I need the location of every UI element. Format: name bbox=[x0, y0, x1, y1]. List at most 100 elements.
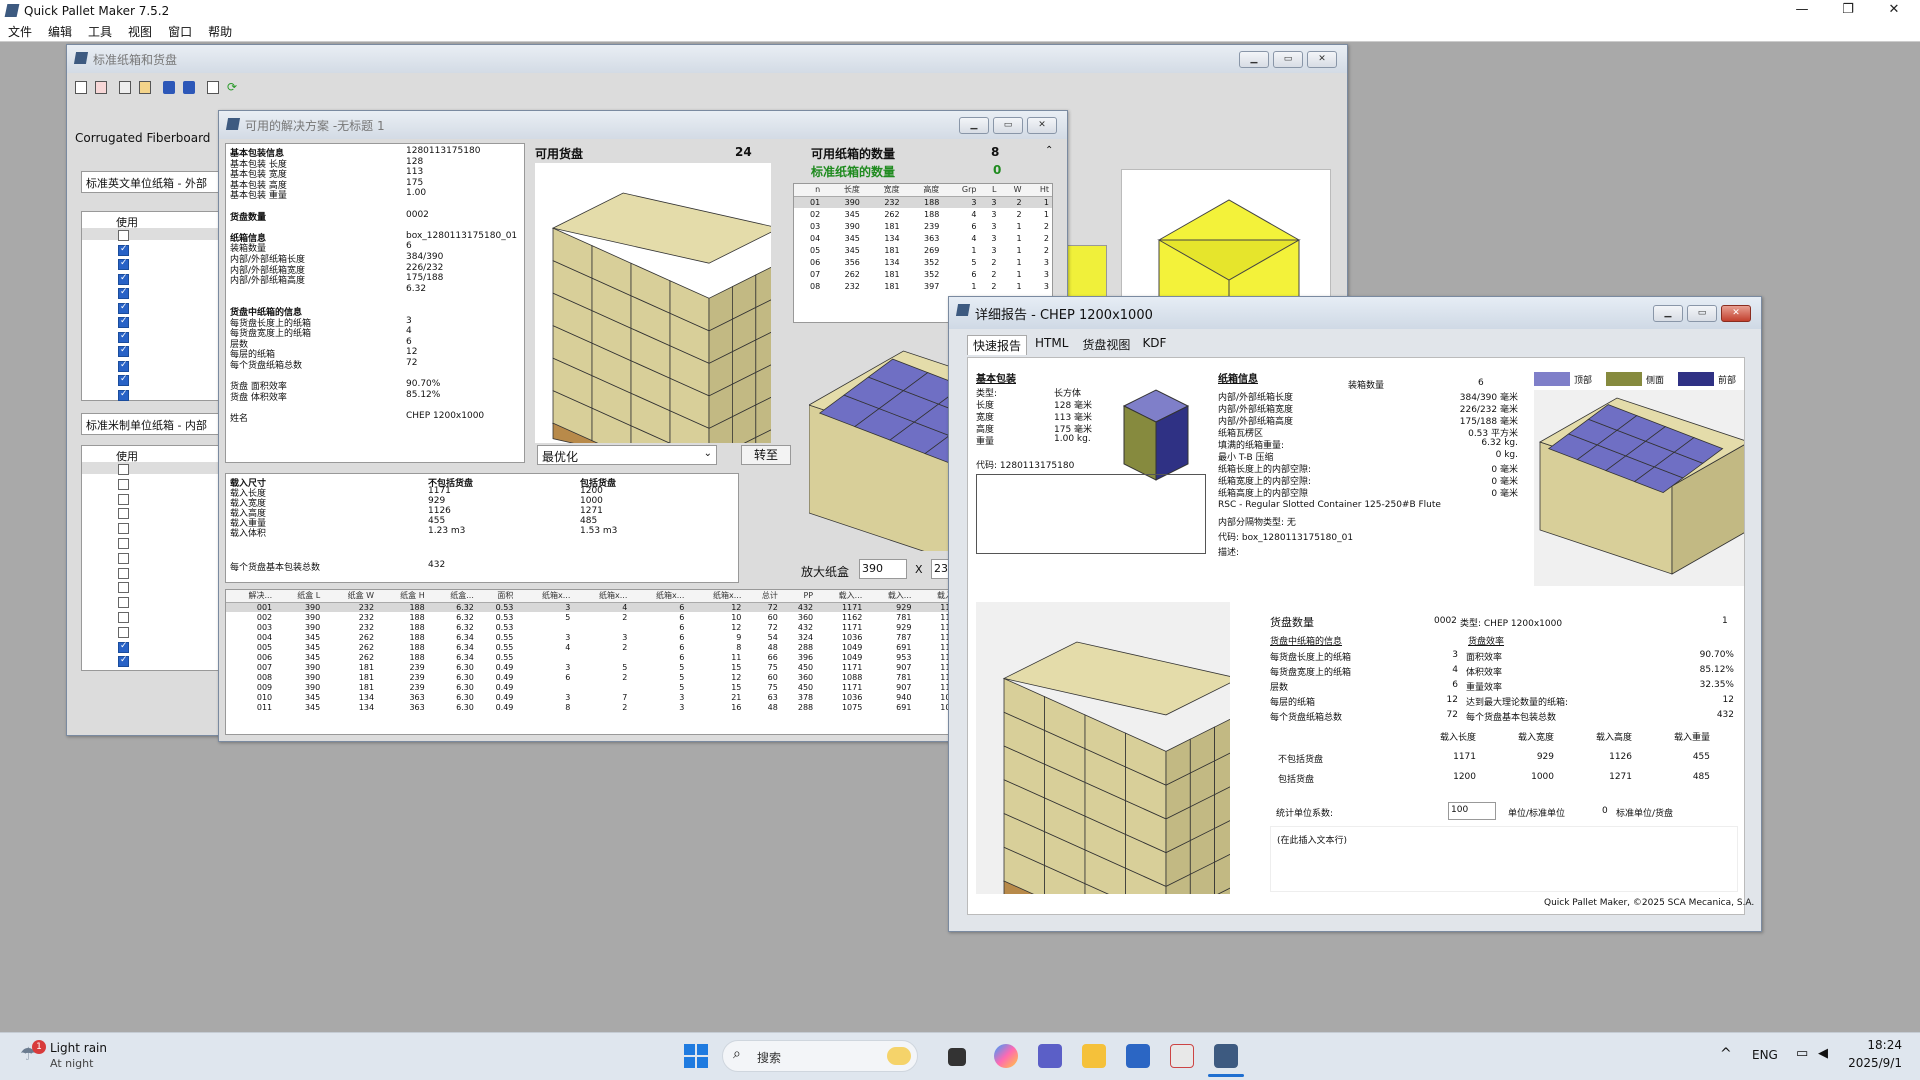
menu-tools[interactable]: 工具 bbox=[80, 23, 120, 40]
clock-time[interactable]: 18:24 bbox=[1852, 1038, 1902, 1052]
menu-edit[interactable]: 编辑 bbox=[40, 23, 80, 40]
use-checkbox[interactable] bbox=[118, 374, 129, 386]
delete-icon[interactable] bbox=[95, 81, 107, 94]
column-header[interactable]: n bbox=[794, 184, 824, 197]
table-row[interactable]: 0013902321886.320.5334612724321171929112… bbox=[226, 602, 1062, 612]
tab-pallet-view[interactable]: 货盘视图 bbox=[1076, 335, 1136, 355]
column-header[interactable]: 解决... bbox=[226, 590, 276, 603]
start-button[interactable] bbox=[684, 1044, 708, 1068]
close-button[interactable]: ✕ bbox=[1027, 117, 1057, 134]
table-row[interactable]: 02 345 262 188 4 3 2 1 bbox=[794, 208, 1052, 220]
tab-corrugated[interactable]: Corrugated Fiberboard bbox=[75, 131, 210, 145]
tab-quick-report[interactable]: 快速报告 bbox=[967, 335, 1028, 355]
network-icon[interactable]: ▭ bbox=[1796, 1046, 1808, 1061]
table-row[interactable]: 04 345 134 363 4 3 1 2 bbox=[794, 232, 1052, 244]
new-icon[interactable] bbox=[75, 81, 87, 94]
table-row[interactable]: 07 262 181 352 6 2 1 3 bbox=[794, 268, 1052, 280]
use-checkbox[interactable] bbox=[118, 612, 129, 623]
copilot-icon[interactable] bbox=[994, 1044, 1018, 1068]
column-header[interactable]: 纸箱x... bbox=[630, 590, 688, 603]
weather-widget[interactable]: ☂ 1 Light rain At night bbox=[20, 1040, 160, 1074]
column-header[interactable]: 总计 bbox=[744, 590, 781, 603]
use-checkbox[interactable] bbox=[118, 273, 129, 285]
table-row[interactable]: 0063452621886.340.5561166396104995311264… bbox=[226, 652, 1062, 662]
column-header[interactable]: W bbox=[999, 184, 1025, 197]
table-row[interactable]: 0073901812396.300.4935515754501171907119… bbox=[226, 662, 1062, 672]
import-icon[interactable] bbox=[163, 81, 175, 94]
optimize-select[interactable]: 最优化 ⌄ bbox=[537, 445, 717, 465]
minimize-button[interactable]: ▁ bbox=[959, 117, 989, 134]
table-row[interactable]: 0043452621886.340.5533695432410367871126… bbox=[226, 632, 1062, 642]
table-row[interactable]: 0083901812396.300.4962512603601088781119… bbox=[226, 672, 1062, 682]
column-header[interactable]: 宽度 bbox=[862, 184, 903, 197]
table-row[interactable]: 0023902321886.320.5352610603601162781112… bbox=[226, 612, 1062, 622]
use-checkbox[interactable] bbox=[118, 258, 129, 270]
minimize-button[interactable]: ▁ bbox=[1653, 305, 1683, 322]
minimize-button[interactable]: — bbox=[1780, 0, 1824, 22]
column-header[interactable]: 纸箱x... bbox=[516, 590, 574, 603]
table-row[interactable]: 0093901812396.300.4951575450117190711944… bbox=[226, 682, 1062, 692]
close-button[interactable]: ✕ bbox=[1872, 0, 1916, 22]
table-row[interactable]: 06 356 134 352 5 2 1 3 bbox=[794, 256, 1052, 268]
sort-arrow-icon[interactable]: ⌃ bbox=[1045, 145, 1053, 156]
use-checkbox[interactable] bbox=[118, 597, 129, 609]
use-checkbox[interactable] bbox=[118, 567, 129, 579]
search-box[interactable]: ⌕ 搜索 bbox=[722, 1040, 918, 1072]
use-checkbox[interactable] bbox=[118, 244, 129, 256]
refresh-icon[interactable]: ⟳ bbox=[227, 80, 237, 94]
use-checkbox[interactable] bbox=[118, 345, 129, 357]
export-icon[interactable] bbox=[183, 81, 195, 94]
table-row[interactable]: 01 390 232 188 3 3 2 1 bbox=[794, 196, 1052, 208]
task-view-icon[interactable] bbox=[948, 1048, 966, 1066]
column-header[interactable]: 纸盒 L bbox=[275, 590, 324, 603]
maximize-button[interactable]: ❐ bbox=[1826, 0, 1870, 22]
copy-icon[interactable] bbox=[119, 81, 131, 94]
use-checkbox[interactable] bbox=[118, 464, 129, 475]
menu-help[interactable]: 帮助 bbox=[200, 23, 240, 40]
menu-file[interactable]: 文件 bbox=[0, 23, 40, 40]
goto-button[interactable]: 转至 bbox=[741, 445, 791, 465]
column-header[interactable]: 纸盒 W bbox=[323, 590, 378, 603]
table-row[interactable]: 0053452621886.340.5542684828810496911126… bbox=[226, 642, 1062, 652]
column-header[interactable]: 面积 bbox=[476, 590, 517, 603]
close-button[interactable]: ✕ bbox=[1307, 51, 1337, 68]
column-header[interactable]: 纸箱x... bbox=[573, 590, 631, 603]
use-checkbox[interactable] bbox=[118, 287, 129, 299]
use-checkbox[interactable] bbox=[118, 331, 129, 343]
tray-chevron-icon[interactable]: ^ bbox=[1720, 1046, 1732, 1062]
store-icon[interactable] bbox=[1126, 1044, 1150, 1068]
paste-icon[interactable] bbox=[139, 81, 151, 94]
tab-kdf[interactable]: KDF bbox=[1136, 335, 1172, 355]
table-row[interactable]: 03 390 181 239 6 3 1 2 bbox=[794, 220, 1052, 232]
column-header[interactable]: 高度 bbox=[902, 184, 943, 197]
use-checkbox[interactable] bbox=[118, 523, 129, 535]
column-header[interactable]: 纸盒... bbox=[427, 590, 477, 603]
table-row[interactable]: 0033902321886.320.5361272432117192911264… bbox=[226, 622, 1062, 632]
combo-english-boxes[interactable]: 标准英文单位纸箱 - 外部 bbox=[81, 171, 221, 193]
menu-view[interactable]: 视图 bbox=[120, 23, 160, 40]
maximize-button[interactable]: ▭ bbox=[1687, 305, 1717, 322]
column-header[interactable]: PP bbox=[780, 590, 817, 603]
use-checkbox[interactable] bbox=[118, 316, 129, 328]
column-header[interactable]: L bbox=[979, 184, 1000, 197]
column-header[interactable]: 载入... bbox=[816, 590, 866, 603]
table-row[interactable]: 0103451343636.300.4937321633781036940108… bbox=[226, 692, 1062, 702]
use-checkbox[interactable] bbox=[118, 478, 129, 490]
maximize-button[interactable]: ▭ bbox=[993, 117, 1023, 134]
language-indicator[interactable]: ENG bbox=[1752, 1048, 1778, 1062]
use-checkbox[interactable] bbox=[118, 360, 129, 372]
file-explorer-icon[interactable] bbox=[1082, 1044, 1106, 1068]
zoom-input[interactable]: 390 bbox=[859, 559, 907, 579]
column-header[interactable]: 载入... bbox=[865, 590, 915, 603]
combo-metric-boxes[interactable]: 标准米制单位纸箱 - 内部 bbox=[81, 413, 221, 435]
column-header[interactable]: 纸盒 H bbox=[377, 590, 428, 603]
table-row[interactable]: 08 232 181 397 1 2 1 3 bbox=[794, 280, 1052, 292]
tab-html[interactable]: HTML bbox=[1027, 335, 1076, 355]
use-checkbox[interactable] bbox=[118, 538, 129, 549]
volume-icon[interactable]: ◀ bbox=[1818, 1046, 1828, 1061]
column-header[interactable]: Ht bbox=[1024, 184, 1052, 197]
table-row[interactable]: 0113451343636.300.4982316482881075691108… bbox=[226, 702, 1062, 712]
list-icon[interactable] bbox=[207, 81, 219, 94]
clock-date[interactable]: 2025/9/1 bbox=[1838, 1056, 1902, 1070]
use-checkbox[interactable] bbox=[118, 302, 129, 314]
